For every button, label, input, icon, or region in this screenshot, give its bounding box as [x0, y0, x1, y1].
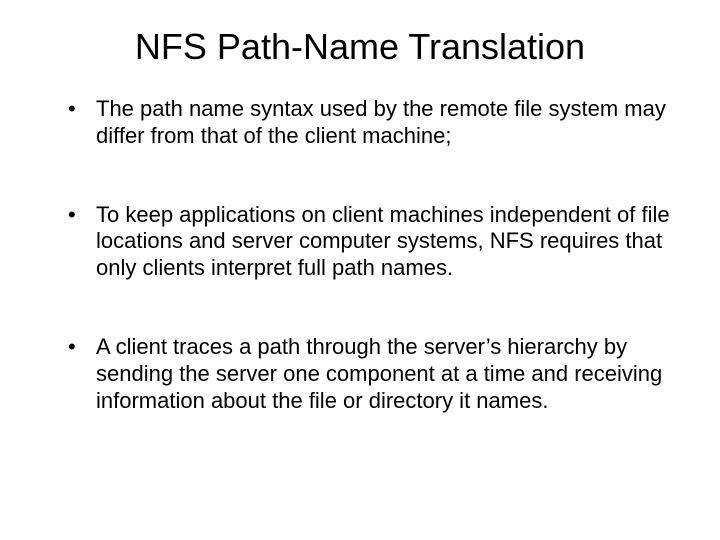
page-title: NFS Path-Name Translation [50, 26, 670, 68]
list-item: A client traces a path through the serve… [60, 334, 670, 414]
slide: NFS Path-Name Translation The path name … [0, 0, 720, 540]
list-item: The path name syntax used by the remote … [60, 96, 670, 150]
bullet-list: The path name syntax used by the remote … [60, 96, 670, 415]
list-item: To keep applications on client machines … [60, 202, 670, 282]
